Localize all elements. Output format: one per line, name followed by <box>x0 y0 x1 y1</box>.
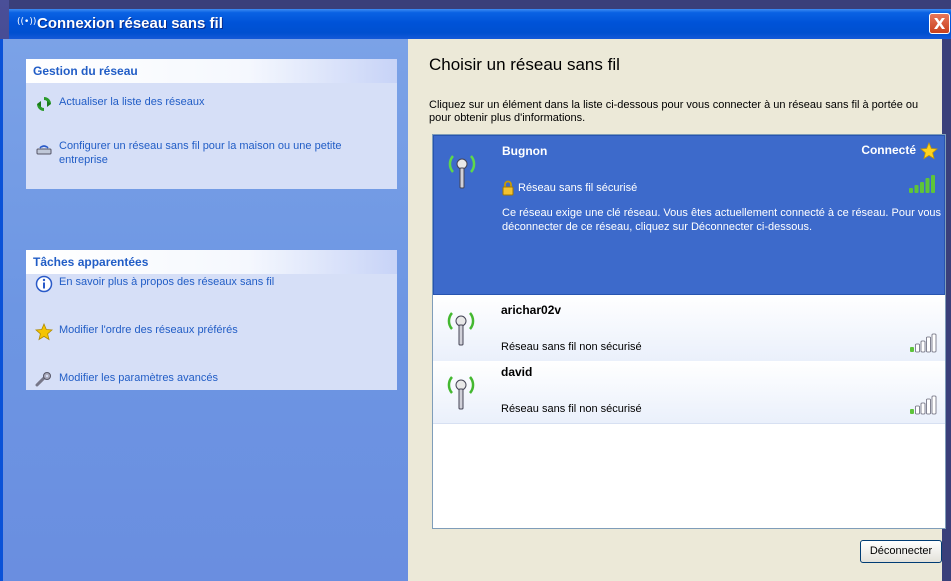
refresh-networks-link[interactable]: Actualiser la liste des réseaux <box>35 95 379 113</box>
signal-strength-icon <box>909 175 935 193</box>
window-title: Connexion réseau sans fil <box>37 15 223 32</box>
network-item-david[interactable]: david Réseau sans fil non sécurisé <box>433 361 945 424</box>
network-security: Réseau sans fil non sécurisé <box>501 341 642 353</box>
change-order-label: Modifier l'ordre des réseaux préférés <box>59 324 238 336</box>
page-title: Choisir un réseau sans fil <box>429 55 620 74</box>
antenna-icon <box>448 155 476 189</box>
setup-network-link[interactable]: Configurer un réseau sans fil pour la ma… <box>35 139 379 167</box>
star-icon <box>920 142 938 160</box>
wizard-icon <box>36 145 52 155</box>
title-bar[interactable]: ((•)) Connexion réseau sans fil X <box>9 9 951 39</box>
advanced-settings-link[interactable]: Modifier les paramètres avancés <box>35 371 379 389</box>
refresh-networks-label: Actualiser la liste des réseaux <box>59 96 205 108</box>
antenna-icon <box>447 376 475 410</box>
network-item-arichar02v[interactable]: arichar02v Réseau sans fil non sécurisé <box>433 295 945 361</box>
advanced-settings-label: Modifier les paramètres avancés <box>59 372 218 384</box>
wireless-network-icon: ((•)) <box>17 17 37 27</box>
task-pane: Gestion du réseau Actualiser la liste de… <box>3 39 408 581</box>
disconnect-button[interactable]: Déconnecter <box>860 540 942 563</box>
change-order-link[interactable]: Modifier l'ordre des réseaux préférés <box>35 323 379 341</box>
settings-icon <box>35 372 51 387</box>
network-security: Réseau sans fil sécurisé <box>518 182 638 194</box>
network-name: Bugnon <box>502 144 548 158</box>
network-name: arichar02v <box>501 303 562 317</box>
instructions-text: Cliquez sur un élément dans la liste ci-… <box>429 99 919 124</box>
connected-status: Connecté <box>861 143 916 157</box>
info-icon <box>35 275 53 293</box>
setup-network-label: Configurer un réseau sans fil pour la ma… <box>59 140 342 166</box>
related-tasks-box: Tâches apparentées En savoir plus à prop… <box>26 250 397 390</box>
network-description: Ce réseau exige une clé réseau. Vous ête… <box>502 207 942 233</box>
learn-more-label: En savoir plus à propos des réseaux sans… <box>59 276 275 288</box>
signal-strength-icon <box>910 395 937 415</box>
close-button[interactable]: X <box>929 13 950 34</box>
related-tasks-title: Tâches apparentées <box>26 250 397 274</box>
learn-more-link[interactable]: En savoir plus à propos des réseaux sans… <box>35 275 379 293</box>
signal-strength-icon <box>910 333 937 353</box>
network-tasks-box: Gestion du réseau Actualiser la liste de… <box>26 59 397 189</box>
lock-icon <box>502 180 514 196</box>
refresh-icon <box>37 97 51 111</box>
network-list[interactable]: Bugnon Connecté Réseau sans fil sécurisé… <box>432 134 946 529</box>
network-security: Réseau sans fil non sécurisé <box>501 403 642 415</box>
star-icon <box>35 323 53 341</box>
network-tasks-title: Gestion du réseau <box>26 59 397 83</box>
network-item-bugnon[interactable]: Bugnon Connecté Réseau sans fil sécurisé… <box>433 135 945 295</box>
network-name: david <box>501 365 533 379</box>
antenna-icon <box>447 312 475 346</box>
